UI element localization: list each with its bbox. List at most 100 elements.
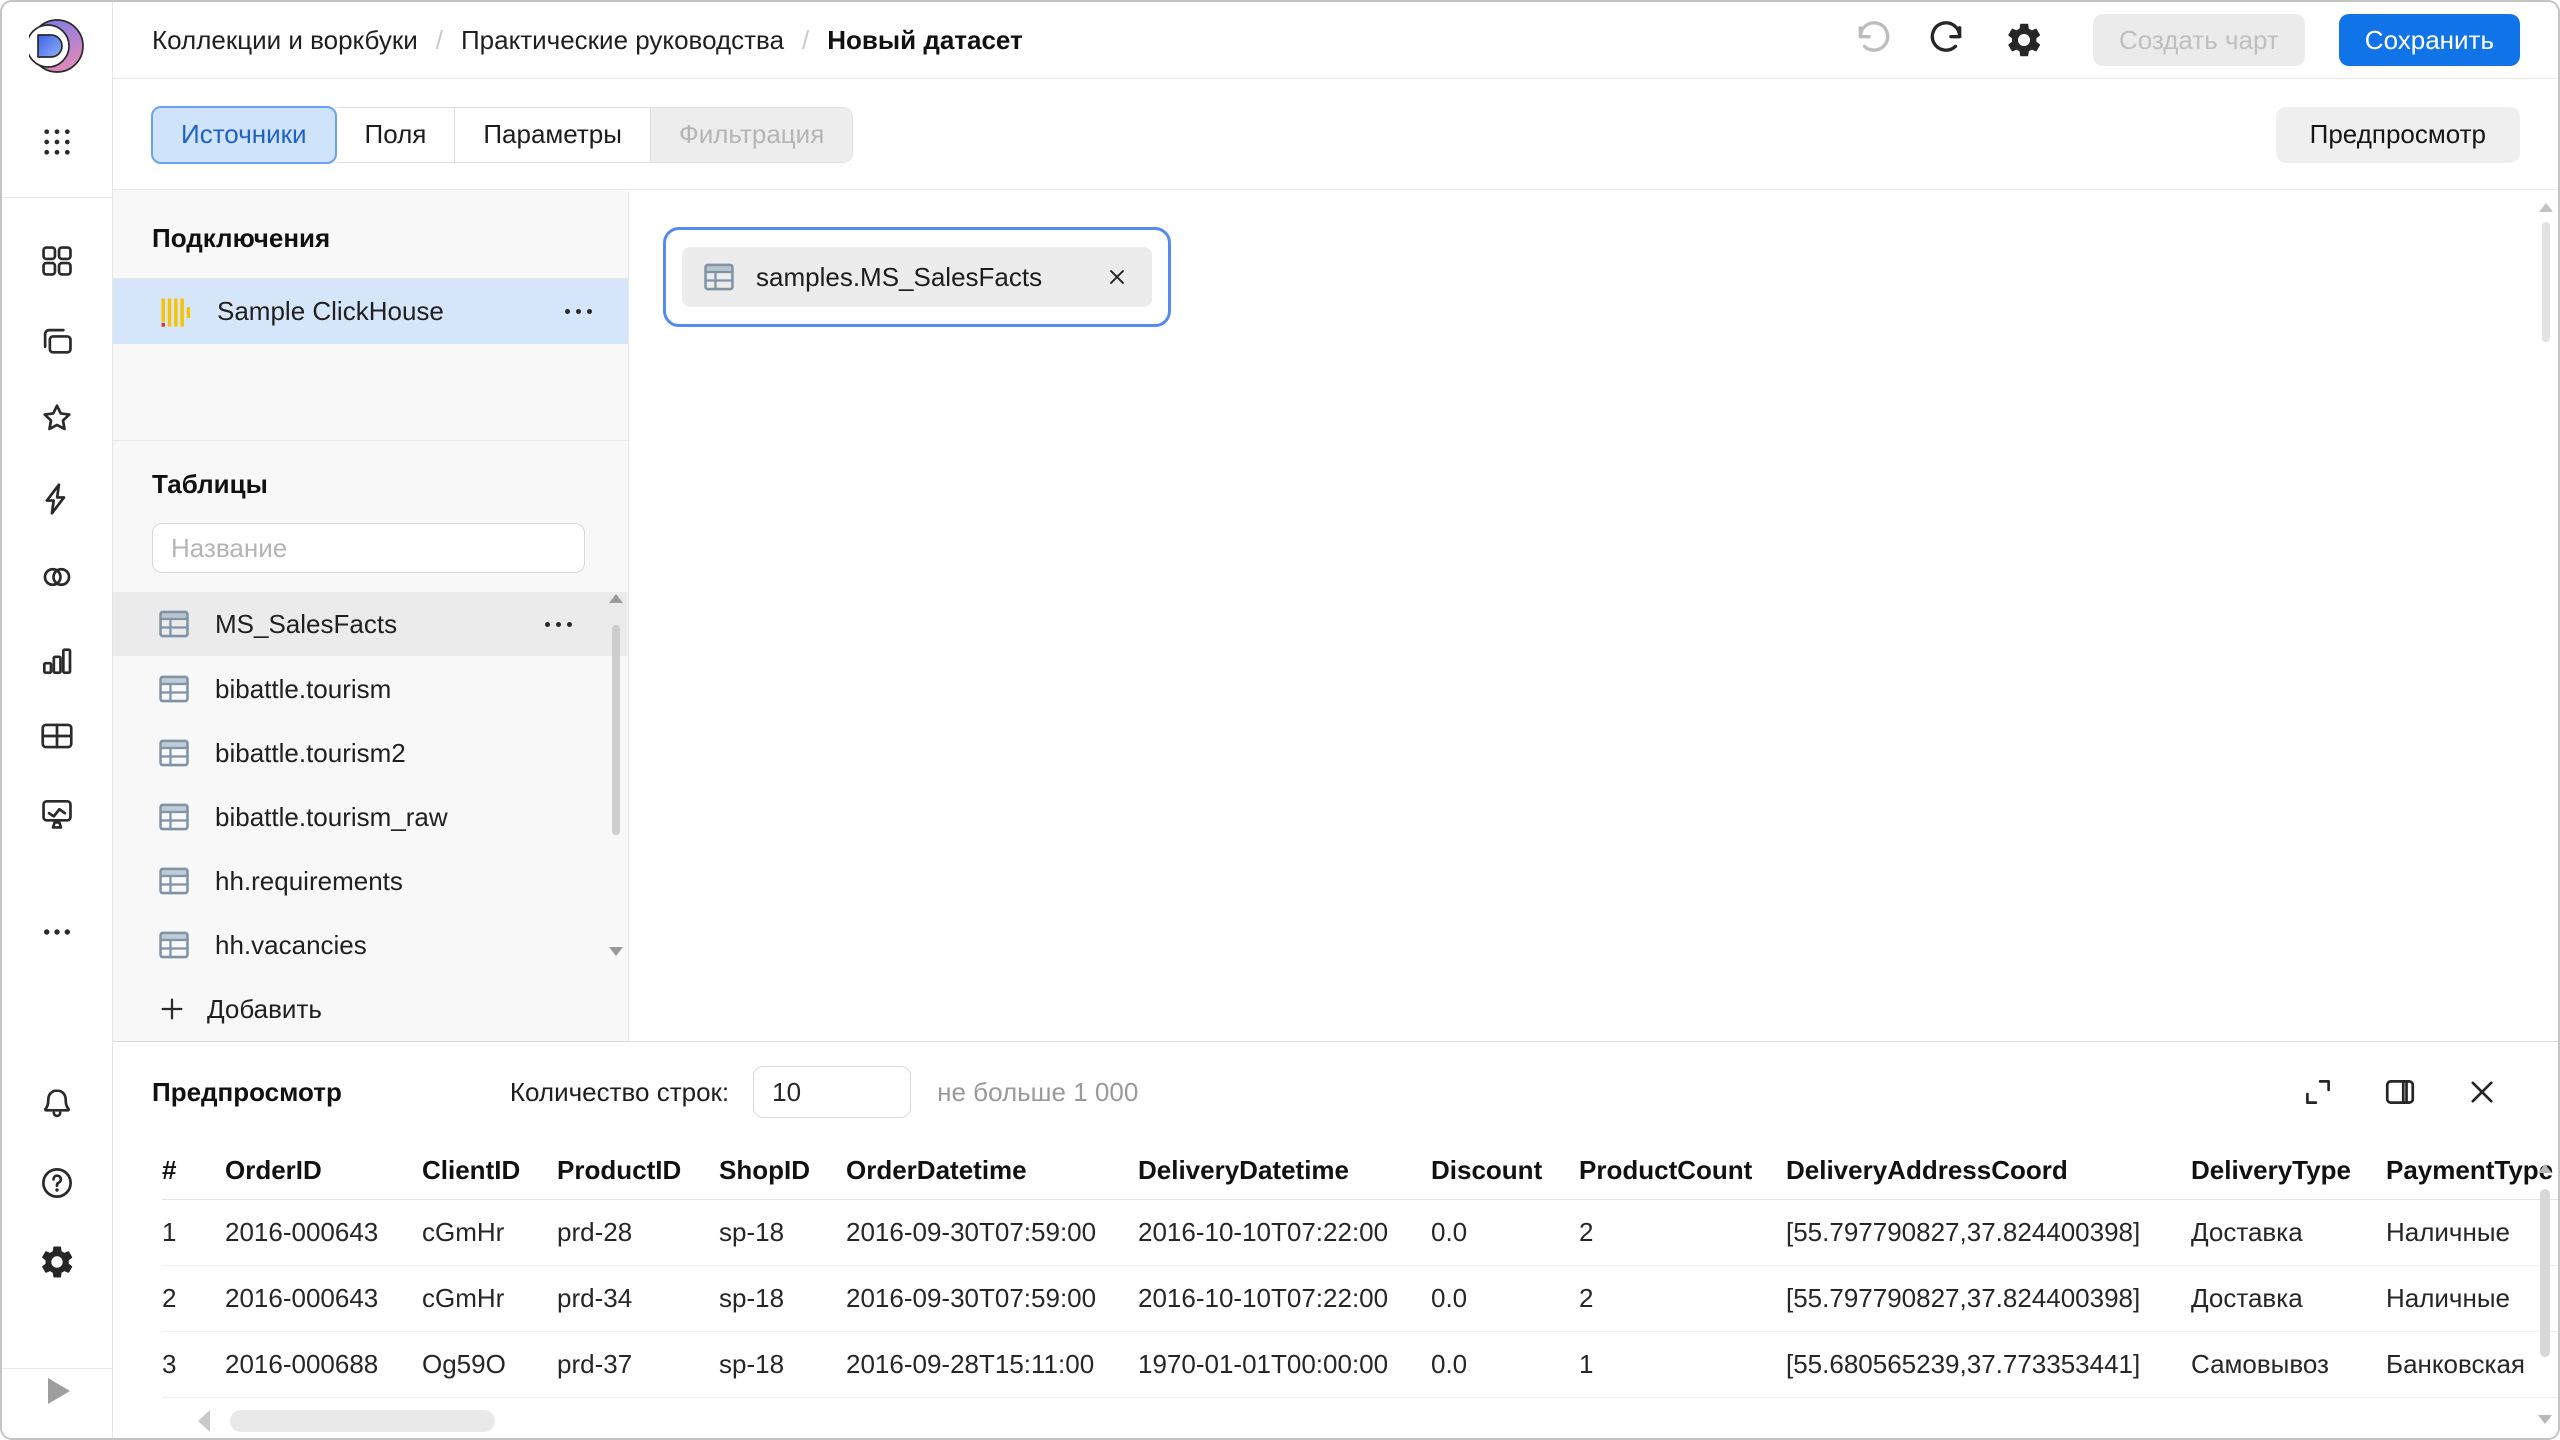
scroll-thumb[interactable] [612, 625, 620, 835]
table-icon [157, 800, 191, 834]
cell: 2016-000643 [225, 1283, 422, 1314]
dataset-tabs-row: Источники Поля Параметры Фильтрация Пред… [113, 80, 2560, 190]
table-item-selected[interactable]: MS_SalesFacts [113, 592, 628, 656]
header-cell: PaymentType [2386, 1155, 2558, 1186]
cell: 1 [1579, 1349, 1786, 1380]
cell: Банковская [2386, 1349, 2558, 1380]
tab-filtering[interactable]: Фильтрация [651, 107, 853, 163]
top-bar: Коллекции и воркбуки / Практические руко… [113, 2, 2560, 79]
cell: Доставка [2191, 1217, 2386, 1248]
cell: cGmHr [422, 1217, 557, 1248]
favorites-star-icon[interactable] [38, 400, 76, 438]
cell: 3 [162, 1349, 225, 1380]
scroll-up-arrow[interactable] [2539, 203, 2553, 212]
row-count-label: Количество строк: [510, 1077, 729, 1108]
notifications-bell-icon[interactable] [38, 1085, 76, 1123]
tab-fields[interactable]: Поля [337, 107, 456, 163]
scroll-left-arrow[interactable] [198, 1410, 210, 1432]
save-button[interactable]: Сохранить [2339, 14, 2520, 66]
cell: [55.797790827,37.824400398] [1786, 1283, 2191, 1314]
datasets-icon[interactable] [38, 558, 76, 596]
header-cell: ClientID [422, 1155, 557, 1186]
cell: 0.0 [1431, 1283, 1579, 1314]
add-table-button[interactable]: Добавить [113, 977, 628, 1041]
breadcrumb-guides[interactable]: Практические руководства [461, 25, 784, 56]
row-count-input[interactable] [753, 1066, 911, 1118]
cell: 2016-09-30T07:59:00 [846, 1283, 1138, 1314]
preview-panel: Предпросмотр Количество строк: не больше… [113, 1041, 2558, 1438]
app-window: Коллекции и воркбуки / Практические руко… [0, 0, 2560, 1440]
close-preview-icon[interactable] [2463, 1073, 2501, 1111]
rail-divider-bottom [2, 1368, 112, 1369]
table-item[interactable]: bibattle.tourism_raw [113, 785, 628, 849]
table-item[interactable]: bibattle.tourism [113, 657, 628, 721]
breadcrumb: Коллекции и воркбуки / Практические руко… [152, 25, 1023, 56]
scroll-down-arrow[interactable] [609, 947, 623, 956]
more-icon[interactable] [38, 913, 76, 951]
header-cell: OrderID [225, 1155, 422, 1186]
dashboards-icon[interactable] [38, 717, 76, 755]
table-search-input[interactable] [152, 523, 585, 573]
cell: [55.680565239,37.773353441] [1786, 1349, 2191, 1380]
undo-icon[interactable] [1851, 19, 1893, 61]
breadcrumb-collections[interactable]: Коллекции и воркбуки [152, 25, 418, 56]
header-cell: # [162, 1155, 225, 1186]
connections-bolt-icon[interactable] [38, 480, 76, 518]
expand-preview-icon[interactable] [2299, 1073, 2337, 1111]
cell: sp-18 [719, 1283, 846, 1314]
dataset-tabs: Источники Поля Параметры Фильтрация [152, 107, 853, 163]
workbooks-icon[interactable] [38, 323, 76, 361]
source-chip[interactable]: samples.MS_SalesFacts [682, 247, 1152, 307]
cell: 2016-000643 [225, 1217, 422, 1248]
table-icon [702, 260, 736, 294]
table-item[interactable]: bibattle.tourism2 [113, 721, 628, 785]
table-row: 1 2016-000643 cGmHr prd-28 sp-18 2016-09… [162, 1200, 2558, 1266]
cell: 0.0 [1431, 1349, 1579, 1380]
split-view-icon[interactable] [2381, 1073, 2419, 1111]
preview-table-vertical-scrollbar[interactable] [2537, 1164, 2553, 1424]
cell: 2016-09-30T07:59:00 [846, 1217, 1138, 1248]
header-cell: DeliveryType [2191, 1155, 2386, 1186]
datalens-logo[interactable] [29, 18, 85, 74]
cell: prd-28 [557, 1217, 719, 1248]
collections-icon[interactable] [38, 242, 76, 280]
scroll-thumb[interactable] [230, 1410, 495, 1432]
cell: 2016-10-10T07:22:00 [1138, 1217, 1431, 1248]
tab-parameters[interactable]: Параметры [455, 107, 651, 163]
table-icon [157, 672, 191, 706]
table-item[interactable]: hh.requirements [113, 849, 628, 913]
connection-item-sample-clickhouse[interactable]: Sample ClickHouse [113, 279, 628, 344]
scroll-up-arrow[interactable] [609, 594, 623, 603]
redo-icon[interactable] [1927, 19, 1969, 61]
connection-more-icon[interactable] [565, 309, 628, 314]
cell: prd-34 [557, 1283, 719, 1314]
scroll-down-arrow[interactable] [2538, 1415, 2552, 1424]
expand-sidebar-icon[interactable] [48, 1378, 70, 1404]
preview-table-header: # OrderID ClientID ProductID ShopID Orde… [162, 1142, 2558, 1200]
cell: 2016-10-10T07:22:00 [1138, 1283, 1431, 1314]
table-item[interactable]: hh.vacancies [113, 913, 628, 977]
preview-table-horizontal-scrollbar[interactable] [198, 1410, 495, 1432]
table-icon [157, 864, 191, 898]
source-chip-label: samples.MS_SalesFacts [756, 262, 1042, 293]
scroll-thumb[interactable] [2540, 1189, 2550, 1357]
editor-monitor-icon[interactable] [38, 795, 76, 833]
settings-gear-icon[interactable] [38, 1243, 76, 1281]
selected-source-card[interactable]: samples.MS_SalesFacts [663, 227, 1171, 327]
cell: 0.0 [1431, 1217, 1579, 1248]
tables-list-scrollbar[interactable] [609, 594, 623, 956]
scroll-thumb[interactable] [2542, 222, 2550, 342]
charts-icon[interactable] [38, 641, 76, 679]
header-cell: Discount [1431, 1155, 1579, 1186]
create-chart-button[interactable]: Создать чарт [2093, 14, 2305, 66]
scroll-up-arrow[interactable] [2538, 1164, 2552, 1173]
cell: prd-37 [557, 1349, 719, 1380]
dataset-settings-gear-icon[interactable] [2003, 19, 2045, 61]
help-icon[interactable] [38, 1164, 76, 1202]
remove-source-icon[interactable] [1102, 262, 1132, 292]
apps-grid-icon[interactable] [38, 123, 76, 161]
tab-sources[interactable]: Источники [151, 106, 337, 164]
preview-toggle-button[interactable]: Предпросмотр [2276, 107, 2520, 163]
preview-title: Предпросмотр [152, 1077, 342, 1108]
canvas-scrollbar[interactable] [2539, 203, 2553, 342]
